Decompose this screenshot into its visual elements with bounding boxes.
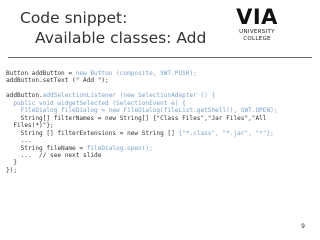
code-line: String[] filterNames = new String[] {"Cl… xyxy=(6,115,316,122)
code-text-segment: String[] filterNames = new String[] {"Cl… xyxy=(6,114,267,122)
code-line: String fileName = fileDialog.open(); xyxy=(6,145,316,152)
code-line: Files(*)"}; xyxy=(6,122,316,129)
code-keyword-segment: {"*.class", "*.jar", "*"}; xyxy=(178,129,274,137)
code-line: Button addButton = new Button (composite… xyxy=(6,70,316,77)
slide: { "title": { "line1": "Code snippet:", "… xyxy=(0,0,320,240)
code-snippet: Button addButton = new Button (composite… xyxy=(6,70,316,174)
code-text-segment: String fileName = xyxy=(6,144,87,152)
code-line: public void widgetSelected (SelectionEve… xyxy=(6,100,316,107)
code-line: addButton.setText (" Add "); xyxy=(6,77,316,84)
logo-subtitle: UNIVERSITY COLLEGE xyxy=(239,29,275,42)
code-line: ... xyxy=(6,137,316,144)
title-divider xyxy=(8,57,312,58)
via-university-college-logo: VIA UNIVERSITY COLLEGE xyxy=(226,4,288,54)
code-text-segment: ... // see next slide xyxy=(6,151,102,159)
code-text-segment: }); xyxy=(6,166,18,174)
logo-wordmark: VIA xyxy=(236,5,278,29)
code-keyword-segment: fileDialog.open(); xyxy=(86,144,153,152)
code-text-segment: ... xyxy=(6,137,32,145)
code-line: } xyxy=(6,159,316,166)
slide-title-line-2: Available classes: Add xyxy=(35,29,207,47)
code-line: }); xyxy=(6,167,316,174)
code-line: String [] filterExtensions = new String … xyxy=(6,130,316,137)
code-line: addButton.addSelectionListener (new Sele… xyxy=(6,92,316,99)
code-keyword-segment: addSelectionListener (new SelectionAdapt… xyxy=(42,92,216,100)
code-keyword-segment: public void widgetSelected (SelectionEve… xyxy=(6,99,186,107)
code-text-segment: Button addButton = xyxy=(6,70,76,77)
code-line: ... // see next slide xyxy=(6,152,316,159)
slide-title-line-1: Code snippet: xyxy=(20,9,128,27)
code-text-segment: Files(*)"}; xyxy=(6,122,54,130)
code-text-segment: } xyxy=(6,159,18,167)
code-keyword-segment: new Button (composite, SWT.PUSH); xyxy=(75,70,197,77)
code-text-segment: String [] filterExtensions = new String … xyxy=(6,129,179,137)
slide-title: Code snippet: Available classes: Add xyxy=(20,8,206,48)
code-line: FileDialog fileDialog = new FileDialog(f… xyxy=(6,107,316,114)
code-text-segment: addButton.setText (" Add "); xyxy=(6,77,109,85)
code-keyword-segment: FileDialog fileDialog = new FileDialog(f… xyxy=(6,107,278,115)
slide-number: 9 xyxy=(301,223,305,230)
code-text-segment: addButton. xyxy=(6,92,43,100)
